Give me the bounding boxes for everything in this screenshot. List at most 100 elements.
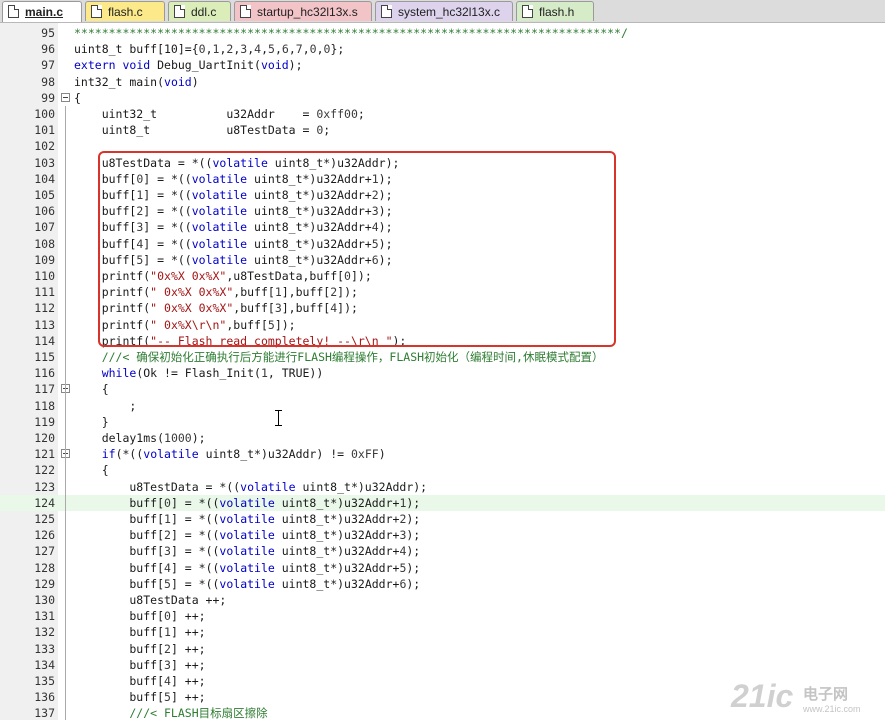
line-number: 132 [34, 625, 55, 640]
line-number: 128 [34, 560, 55, 575]
code-line[interactable]: 133 buff[2] ++; [0, 641, 885, 657]
code-line[interactable]: 96 uint8_t buff[10]={0,1,2,3,4,5,6,7,0,0}… [0, 41, 885, 57]
code-token: u8TestData ++; [74, 593, 227, 607]
code-token: ); [406, 495, 421, 510]
code-line[interactable]: 116 while(Ok != Flash_Init(1, TRUE)) [0, 365, 885, 381]
code-token: 1 [164, 512, 171, 526]
code-line[interactable]: 125 buff[1] = *((volatile uint8_t*)u32Ad… [0, 511, 885, 527]
code-line[interactable]: 98 int32_t main(void) [0, 74, 885, 90]
code-token: ; [357, 107, 365, 121]
code-token: uint8_t buff[10]={ [74, 42, 199, 57]
code-line[interactable]: 118 ; [0, 398, 885, 414]
code-line[interactable]: 99 { [0, 90, 885, 106]
code-line[interactable]: 122 { [0, 462, 885, 478]
line-number: 134 [34, 657, 55, 672]
tab-label: startup_hc32l13x.s [257, 5, 358, 19]
code-token: while [101, 366, 137, 381]
code-token: }; [330, 42, 345, 57]
code-token: (*(( [115, 447, 144, 462]
code-line[interactable]: 101 uint8_t u8TestData = 0; [0, 122, 885, 138]
line-number: 103 [34, 155, 55, 170]
tab-startup-hc32l13x-s[interactable]: startup_hc32l13x.s [234, 1, 372, 21]
code-line[interactable]: 124 buff[0] = *((volatile uint8_t*)u32Ad… [0, 494, 885, 511]
code-line[interactable]: 126 buff[2] = *((volatile uint8_t*)u32Ad… [0, 527, 885, 543]
code-token: 1 [164, 625, 171, 640]
code-line[interactable]: 121 if(*((volatile uint8_t*)u32Addr) != … [0, 446, 885, 462]
code-line[interactable]: 128 buff[4] = *((volatile uint8_t*)u32Ad… [0, 560, 885, 576]
code-token: volatile [219, 544, 275, 559]
code-token: 7 [295, 42, 303, 57]
code-token: ] = *(( [170, 544, 220, 559]
code-line[interactable]: 132 buff[1] ++; [0, 624, 885, 640]
code-line[interactable]: 115 ///< 确保初始化正确执行后方能进行FLASH编程操作，FLASH初始… [0, 349, 885, 365]
fold-collapse-icon[interactable] [61, 92, 70, 102]
line-number: 107 [34, 220, 55, 235]
code-token: , [205, 42, 213, 57]
line-number: 114 [34, 333, 55, 348]
code-line[interactable]: 129 buff[5] = *((volatile uint8_t*)u32Ad… [0, 576, 885, 592]
code-token: buff[ [74, 560, 165, 575]
code-line[interactable]: 120 delay1ms(1000); [0, 430, 885, 446]
code-token: volatile [143, 447, 199, 462]
watermark-chinese: 电子网 [803, 686, 849, 703]
code-text: { [74, 90, 81, 106]
code-token: buff[ [74, 641, 165, 656]
code-line[interactable]: 127 buff[3] = *((volatile uint8_t*)u32Ad… [0, 543, 885, 559]
code-token: (Ok != Flash_Init( [136, 366, 261, 381]
tab-main-c[interactable]: main.c [2, 1, 82, 22]
code-text: if(*((volatile uint8_t*)u32Addr) != 0xFF… [74, 446, 386, 462]
line-number: 101 [34, 123, 55, 138]
tab-label: flash.h [539, 5, 575, 19]
code-line[interactable]: 95 **************************************… [0, 25, 885, 41]
code-token: , TRUE)) [267, 366, 324, 381]
tab-flash-h[interactable]: flash.h [516, 1, 594, 21]
code-token: buff[ [74, 609, 165, 624]
code-token: , [302, 42, 310, 57]
code-line[interactable]: 134 buff[3] ++; [0, 657, 885, 673]
code-token: ] ++; [170, 641, 206, 656]
line-number: 118 [34, 398, 55, 413]
text-cursor-icon [274, 410, 284, 426]
line-number: 96 [41, 42, 55, 57]
line-number: 95 [41, 26, 55, 40]
code-text: buff[2] = *((volatile uint8_t*)u32Addr+3… [74, 527, 420, 543]
code-token: ); [406, 560, 421, 575]
code-token: ] ++; [170, 625, 206, 640]
line-number: 122 [34, 463, 55, 478]
line-number: 119 [34, 414, 55, 429]
code-token: volatile [219, 528, 275, 543]
tab-system-hc32l13x-c[interactable]: system_hc32l13x.c [375, 1, 513, 21]
code-text: extern void Debug_UartInit(void); [74, 57, 303, 73]
code-text: buff[1] = *((volatile uint8_t*)u32Addr+2… [74, 511, 420, 527]
tab-ddl-c[interactable]: ddl.c [168, 1, 231, 21]
code-token: volatile [219, 576, 275, 591]
code-line[interactable]: 131 buff[0] ++; [0, 608, 885, 624]
code-token: ); [406, 576, 421, 591]
code-line[interactable]: 123 u8TestData = *((volatile uint8_t*)u3… [0, 479, 885, 495]
code-text: buff[5] ++; [74, 689, 205, 705]
code-token: 0 [164, 495, 171, 510]
line-number: 106 [34, 204, 55, 219]
code-token: buff[ [74, 657, 165, 672]
code-token: if [101, 447, 116, 462]
code-text: buff[2] ++; [74, 641, 206, 657]
code-line[interactable]: 119 } [0, 414, 885, 430]
code-token: ); [288, 58, 303, 73]
code-line[interactable]: 97 extern void Debug_UartInit(void); [0, 57, 885, 73]
code-editor[interactable]: 95 **************************************… [0, 23, 885, 720]
line-number: 127 [34, 544, 55, 559]
code-line[interactable]: 130 u8TestData ++; [0, 592, 885, 608]
code-token: { [74, 463, 109, 478]
line-number: 109 [34, 252, 55, 267]
code-line[interactable]: 100 uint32_t u32Addr = 0xff00; [0, 106, 885, 122]
code-token: ] ++; [170, 657, 206, 672]
code-token: ); [406, 528, 421, 543]
tab-label: flash.c [108, 5, 143, 19]
code-text: buff[3] = *((volatile uint8_t*)u32Addr+4… [74, 543, 420, 559]
code-line[interactable]: 117 { [0, 381, 885, 397]
code-token: ///< FLASH目标扇区擦除 [74, 706, 268, 721]
line-number: 98 [41, 74, 55, 89]
tab-flash-c[interactable]: flash.c [85, 1, 165, 21]
line-number: 117 [34, 382, 55, 397]
